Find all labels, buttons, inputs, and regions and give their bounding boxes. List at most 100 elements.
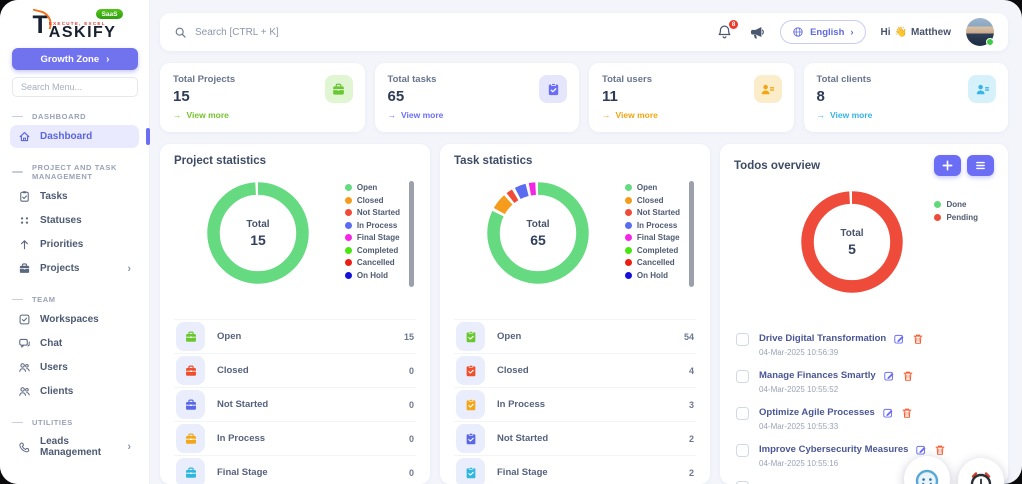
sidebar-item-label: Workspaces bbox=[40, 314, 99, 325]
todo-body: Optimize Agile Processes 04-Mar-2025 10:5… bbox=[759, 406, 913, 431]
wave-emoji: 👋 bbox=[894, 26, 907, 38]
legend-dot bbox=[344, 209, 352, 216]
status-row-value: 0 bbox=[408, 399, 414, 410]
task-statistics-card: Task statistics Total 65 Open Closed Not S… bbox=[440, 144, 710, 484]
legend-label: Pending bbox=[946, 212, 978, 222]
todo-item: Optimize Agile Processes 04-Mar-2025 10:5… bbox=[734, 400, 994, 437]
todo-checkbox[interactable] bbox=[736, 444, 749, 457]
logo-brand: ASKIFY bbox=[48, 24, 117, 41]
logo-t-mark: T bbox=[32, 11, 48, 39]
sidebar-item-statuses[interactable]: Statuses bbox=[10, 209, 139, 232]
sidebar-item-users[interactable]: Users bbox=[10, 356, 139, 379]
status-row-closed: Closed 4 bbox=[454, 353, 696, 387]
todo-date: 04-Mar-2025 10:55:52 bbox=[759, 385, 839, 394]
section-label-text: TEAM bbox=[32, 295, 56, 304]
briefcase-icon bbox=[176, 458, 205, 484]
sidebar-item-label: Users bbox=[40, 362, 68, 373]
online-status-dot bbox=[986, 38, 994, 46]
view-more-link[interactable]: → View more bbox=[817, 110, 996, 120]
briefcase-icon bbox=[176, 390, 205, 419]
briefcase-icon bbox=[176, 424, 205, 453]
grid-icon bbox=[18, 214, 31, 227]
sidebar-search-input[interactable] bbox=[12, 77, 138, 97]
legend-label: In Process bbox=[636, 220, 678, 230]
legend-dot bbox=[624, 209, 632, 216]
arrow-right-icon: → bbox=[173, 110, 182, 120]
username: Matthew bbox=[911, 26, 951, 38]
todo-item: Manage Finances Smartly 04-Mar-2025 10:55… bbox=[734, 363, 994, 400]
status-row-value: 15 bbox=[403, 331, 414, 342]
todo-checkbox[interactable] bbox=[736, 370, 749, 383]
view-more-link[interactable]: → View more bbox=[388, 110, 567, 120]
language-label: English bbox=[810, 26, 845, 38]
donut-segment-open bbox=[207, 182, 309, 284]
section-dash-icon bbox=[12, 115, 23, 118]
status-row-label: Not Started bbox=[217, 399, 269, 410]
sidebar-item-leads-management[interactable]: Leads Management › bbox=[10, 431, 139, 463]
sidebar-item-label: Projects bbox=[40, 263, 80, 274]
edit-icon[interactable] bbox=[882, 406, 894, 418]
language-selector[interactable]: English › bbox=[780, 20, 866, 44]
legend-item-final-stage: Final Stage bbox=[624, 233, 680, 242]
view-more-link[interactable]: → View more bbox=[602, 110, 781, 120]
todo-list: Drive Digital Transformation 04-Mar-2025 … bbox=[734, 326, 994, 484]
legend-item-final-stage: Final Stage bbox=[344, 233, 400, 242]
legend-item-completed: Completed bbox=[624, 245, 680, 255]
main-area: 8 English › Hi 👋 Matthew bbox=[150, 0, 1022, 484]
todo-checkbox[interactable] bbox=[736, 333, 749, 346]
trash-icon[interactable] bbox=[902, 369, 914, 381]
legend-label: Final Stage bbox=[636, 233, 680, 242]
trash-icon[interactable] bbox=[901, 406, 913, 418]
sidebar-section-utilities: UTILITIES bbox=[12, 418, 137, 427]
legend-scrollbar[interactable] bbox=[409, 181, 414, 287]
status-row-value: 4 bbox=[688, 365, 694, 376]
edit-icon[interactable] bbox=[883, 369, 895, 381]
arrow-right-icon: → bbox=[387, 110, 397, 120]
todo-item: Improve Cybersecurity Measures 04-Mar-202… bbox=[734, 437, 994, 474]
sidebar-item-projects[interactable]: Projects › bbox=[10, 257, 139, 280]
task-donut-chart: Total 65 bbox=[480, 175, 596, 291]
edit-icon[interactable] bbox=[893, 332, 905, 344]
todo-list-view-button[interactable] bbox=[967, 155, 994, 176]
user-avatar[interactable] bbox=[966, 18, 994, 46]
legend-item-closed: Closed bbox=[624, 196, 680, 205]
todo-date: 04-Mar-2025 10:56:39 bbox=[759, 348, 839, 357]
legend-label: Completed bbox=[636, 245, 679, 255]
home-icon bbox=[18, 130, 31, 143]
briefcase-icon bbox=[176, 322, 205, 351]
status-row-label: In Process bbox=[217, 433, 266, 444]
trash-icon[interactable] bbox=[934, 443, 946, 455]
legend-item-in-process: In Process bbox=[624, 220, 680, 230]
legend-label: Not Started bbox=[636, 208, 680, 217]
sidebar-item-tasks[interactable]: Tasks bbox=[10, 185, 139, 208]
legend-dot bbox=[934, 213, 942, 221]
sidebar-item-chat[interactable]: Chat bbox=[10, 332, 139, 355]
chart-legend: Open Closed Not Started In Process Final Sta… bbox=[344, 183, 400, 280]
growth-zone-button[interactable]: Growth Zone › bbox=[12, 48, 138, 70]
status-row-label: Open bbox=[497, 331, 522, 342]
legend-item-pending: Pending bbox=[934, 213, 978, 222]
todo-checkbox[interactable] bbox=[736, 407, 749, 420]
sidebar-item-priorities[interactable]: Priorities bbox=[10, 233, 139, 256]
view-more-link[interactable]: → View more bbox=[173, 110, 352, 120]
trash-icon[interactable] bbox=[912, 332, 924, 344]
sidebar-item-clients[interactable]: Clients bbox=[10, 380, 139, 403]
sidebar-item-workspaces[interactable]: Workspaces bbox=[10, 308, 139, 331]
stat-card-total-clients: Total clients 8 → View more bbox=[803, 63, 1008, 132]
sidebar-item-dashboard[interactable]: Dashboard bbox=[10, 125, 150, 148]
chevron-right-icon: › bbox=[127, 262, 131, 275]
legend-label: In Process bbox=[356, 220, 398, 230]
global-search-input[interactable] bbox=[195, 26, 707, 38]
status-row-label: In Process bbox=[497, 399, 546, 410]
task-status-list: Open 54 Closed 4 In Process 3 Not Started 2 Fina… bbox=[454, 319, 696, 484]
add-todo-button[interactable] bbox=[934, 155, 961, 176]
announcements-button[interactable] bbox=[748, 24, 765, 41]
legend-scrollbar[interactable] bbox=[689, 181, 694, 287]
section-dash-icon bbox=[12, 421, 23, 424]
edit-icon[interactable] bbox=[915, 443, 927, 455]
todo-title: Manage Finances Smartly bbox=[759, 369, 876, 381]
todo-item: Drive Digital Transformation 04-Mar-2025 … bbox=[734, 326, 994, 363]
stat-card-total-users: Total users 11 → View more bbox=[589, 63, 794, 132]
notifications-button[interactable]: 8 bbox=[716, 18, 740, 41]
logo-saas-badge: SaaS bbox=[94, 8, 125, 20]
